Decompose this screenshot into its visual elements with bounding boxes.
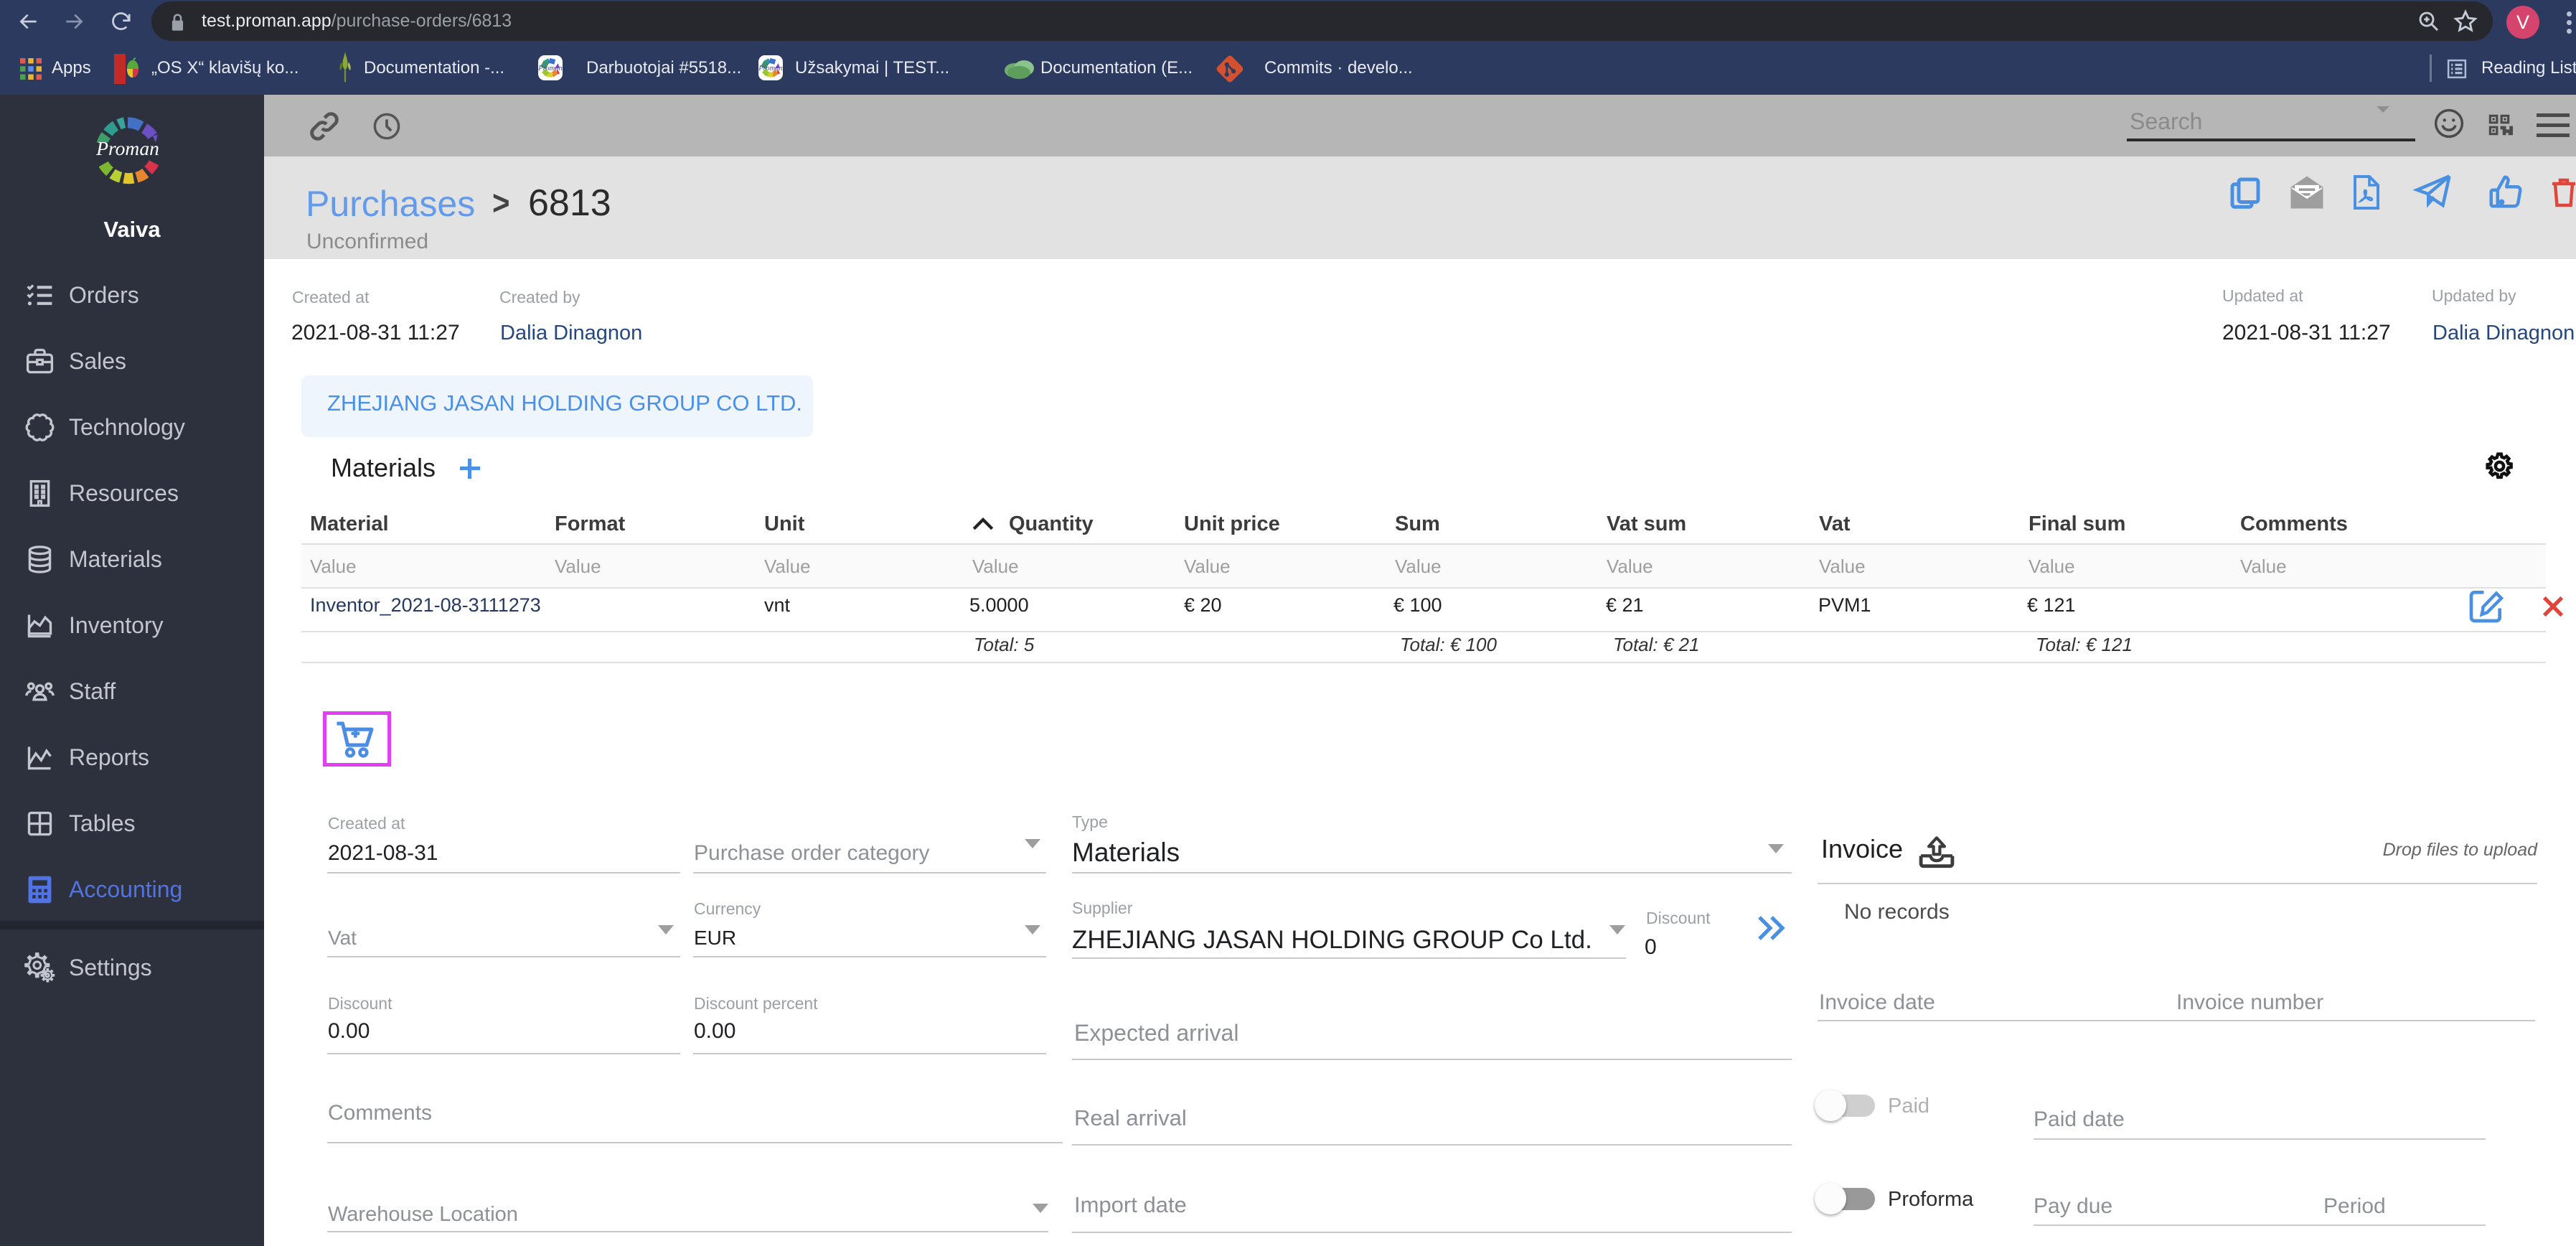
svg-text:Proman: Proman (758, 65, 783, 72)
svg-text:Proman: Proman (95, 137, 159, 159)
svg-text:Proman: Proman (538, 65, 563, 72)
